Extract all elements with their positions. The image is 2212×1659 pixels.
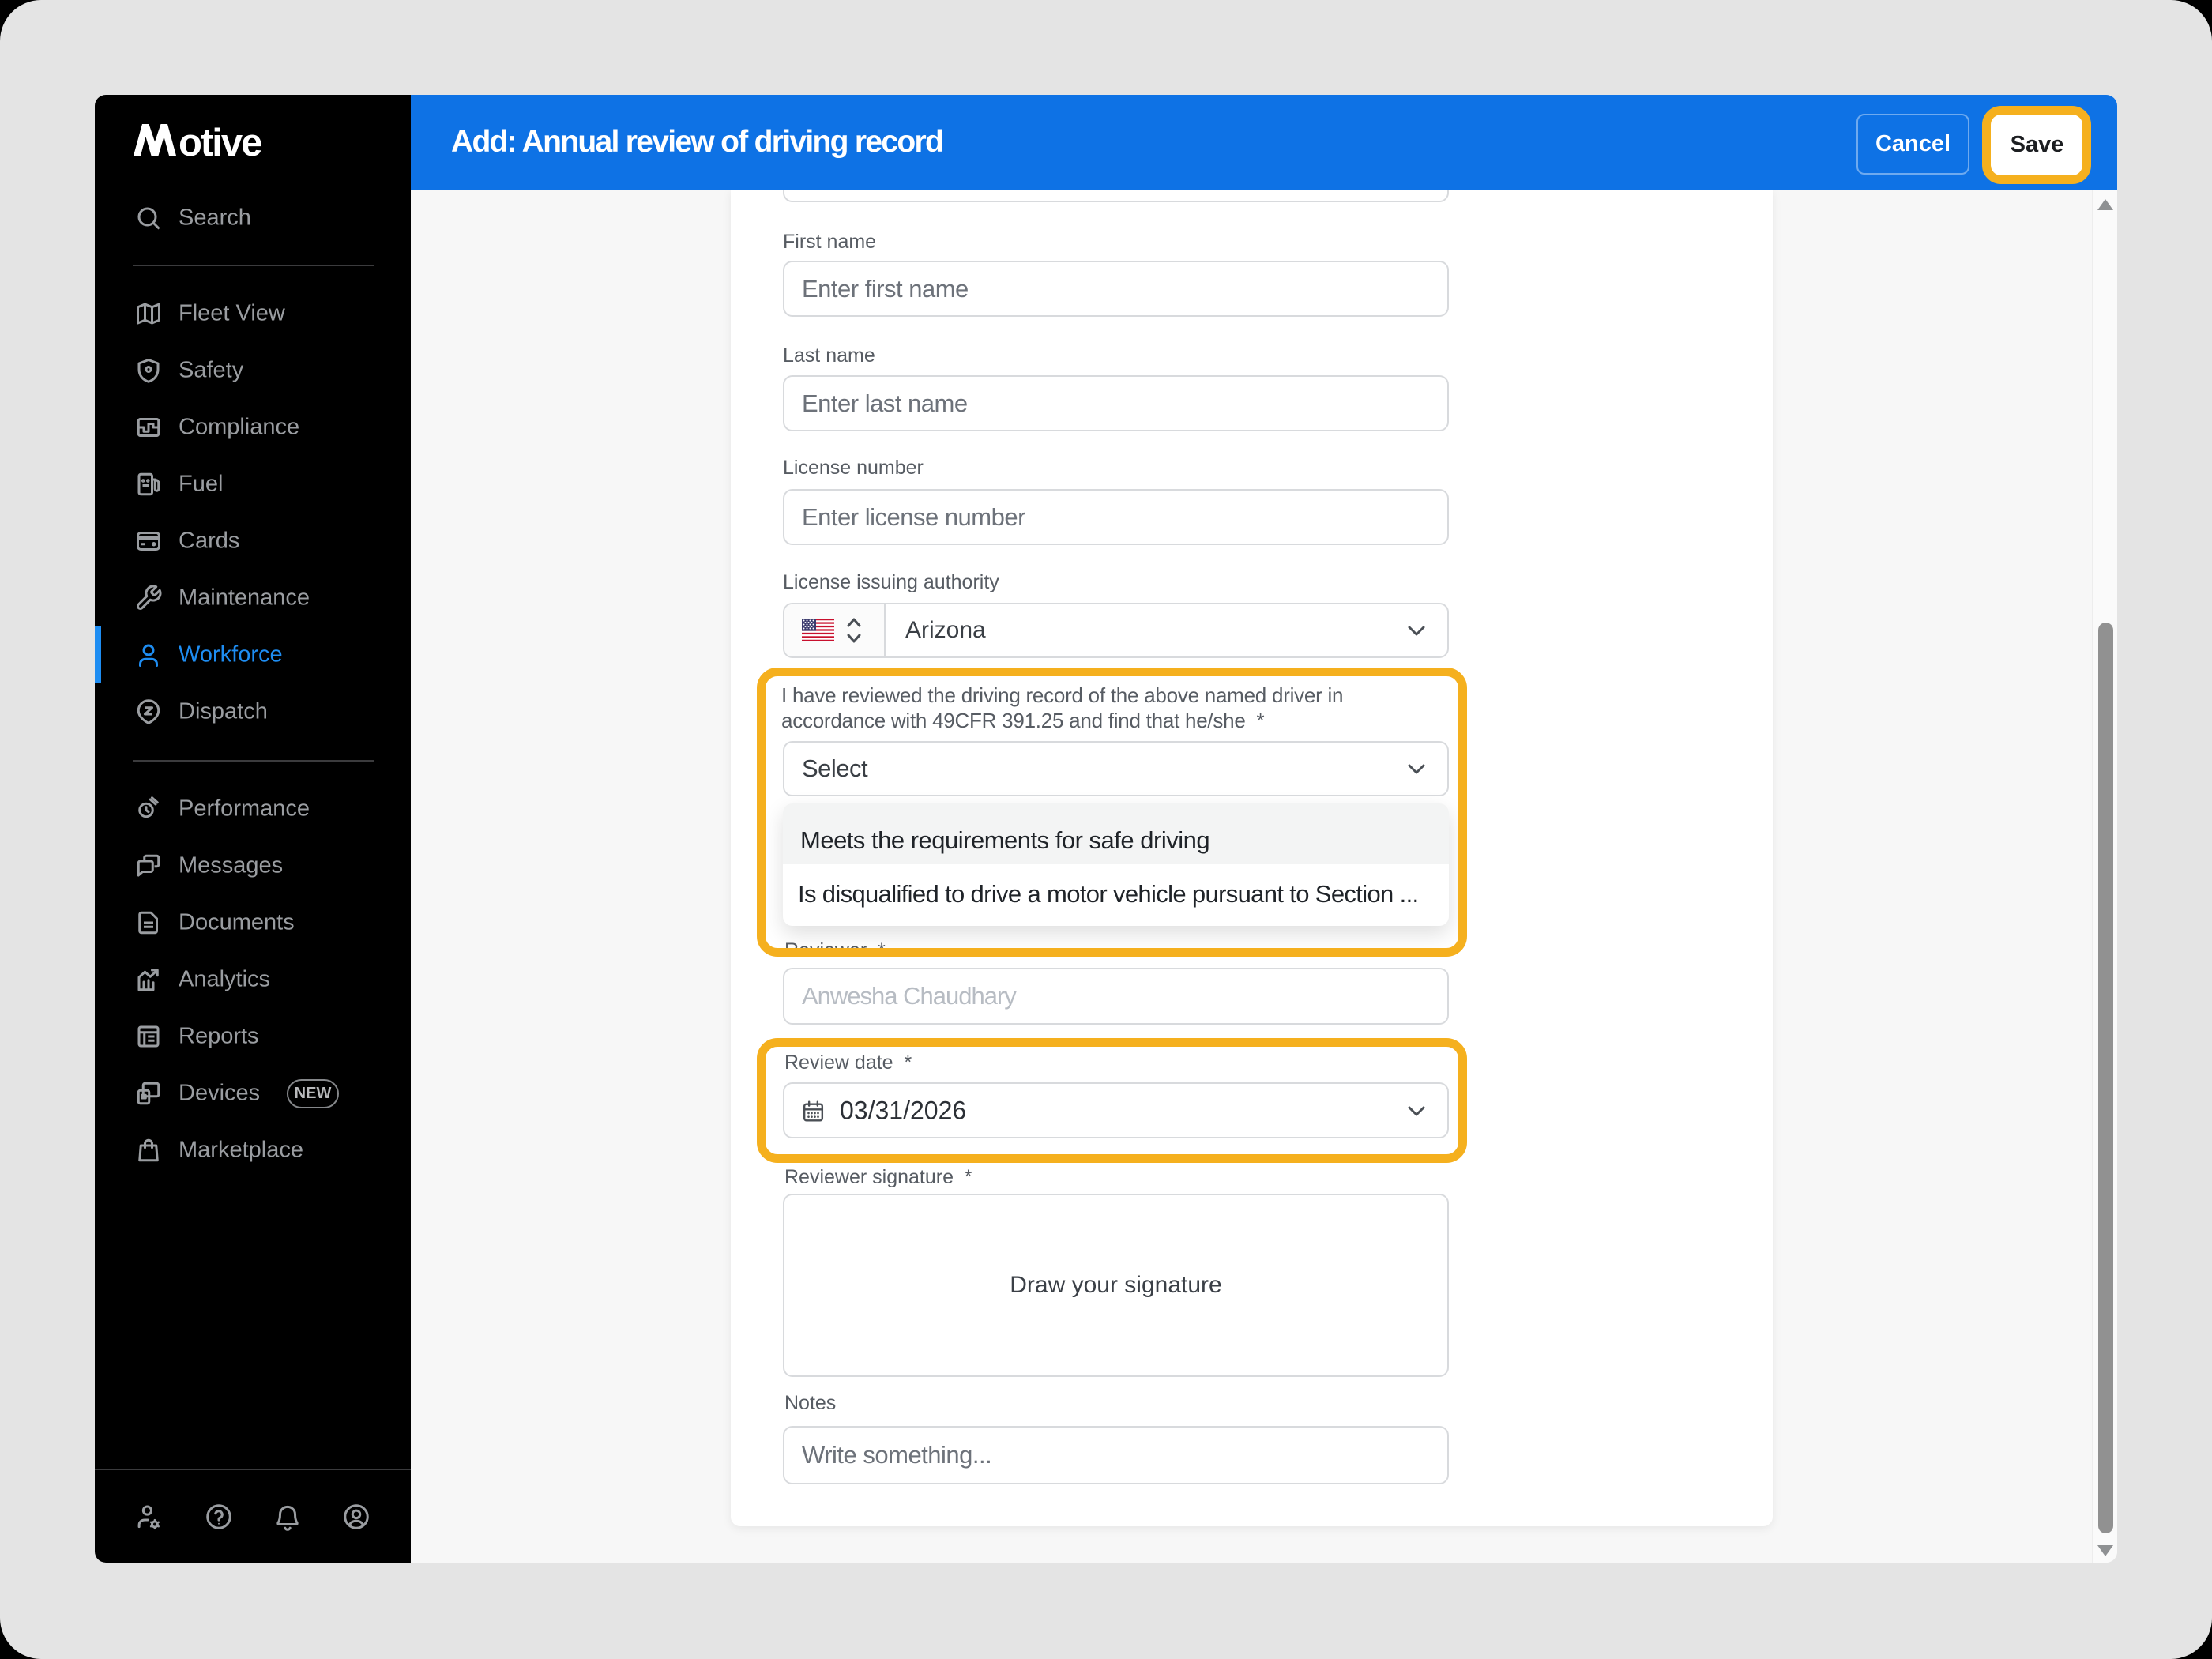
svg-text:otive: otive <box>179 122 261 159</box>
